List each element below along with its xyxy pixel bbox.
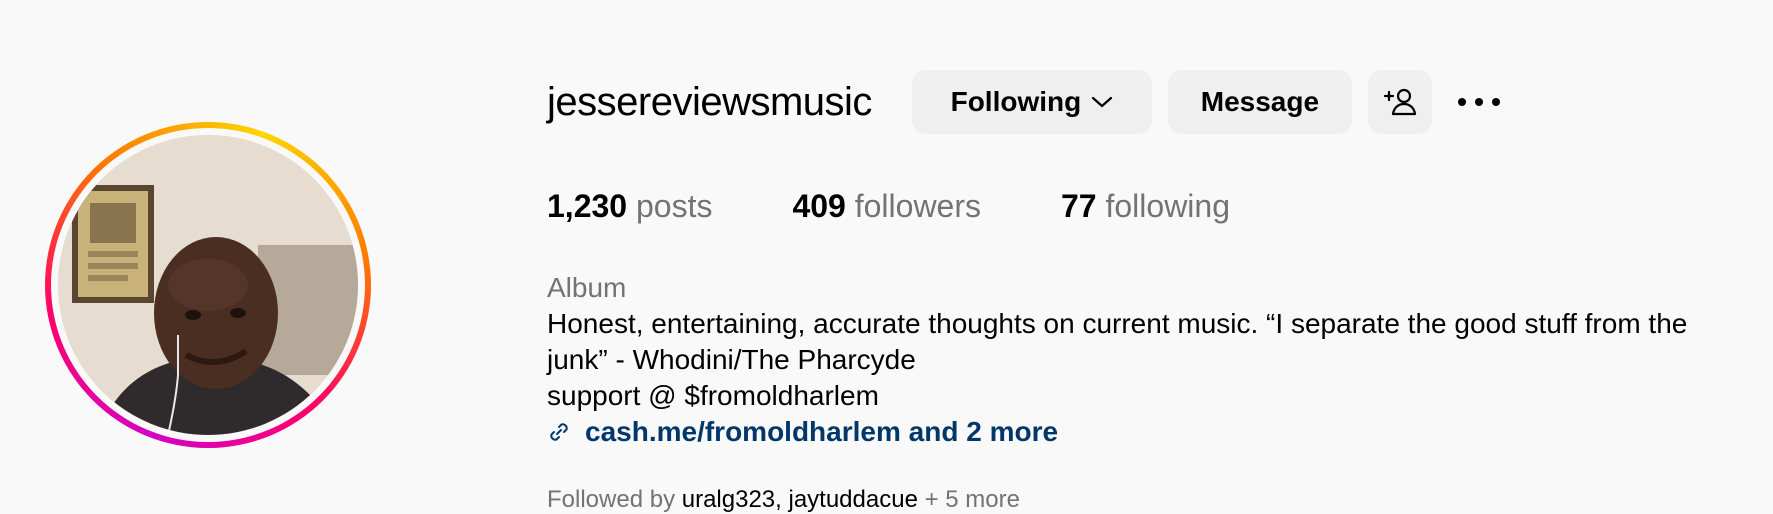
bio-link[interactable]: cash.me/fromoldharlem and 2 more xyxy=(547,414,1767,450)
profile-stats: 1,230 posts 409 followers 77 following xyxy=(547,188,1310,225)
following-button[interactable]: Following xyxy=(911,70,1152,134)
bio-link-text[interactable]: cash.me/fromoldharlem and 2 more xyxy=(585,414,1058,450)
following-button-label: Following xyxy=(950,86,1082,117)
following-stat[interactable]: 77 following xyxy=(1061,188,1230,225)
followers-stat[interactable]: 409 followers xyxy=(792,188,981,225)
chevron-down-icon xyxy=(1092,96,1113,108)
more-options-button[interactable] xyxy=(1454,70,1504,134)
followed-by-names[interactable]: uralg323, jaytuddacue xyxy=(682,486,918,513)
following-label: following xyxy=(1105,188,1230,224)
avatar-story-ring[interactable] xyxy=(45,122,371,448)
followers-count: 409 xyxy=(792,188,846,224)
bio-line-1: Honest, entertaining, accurate thoughts … xyxy=(547,308,1688,339)
more-options-icon xyxy=(1457,98,1500,106)
followers-label: followers xyxy=(854,188,981,224)
posts-label: posts xyxy=(635,188,713,224)
bio-line-2: junk” - Whodini/The Pharcyde xyxy=(547,344,916,375)
followed-by[interactable]: Followed by uralg323, jaytuddacue + 5 mo… xyxy=(547,486,1020,514)
message-button[interactable]: Message xyxy=(1167,70,1352,134)
link-icon xyxy=(550,423,568,441)
followed-by-more[interactable]: + 5 more xyxy=(925,486,1020,513)
profile-category: Album xyxy=(547,272,627,303)
bio-line-3: support @ $fromoldharlem xyxy=(547,380,879,411)
posts-stat: 1,230 posts xyxy=(547,188,712,225)
profile-header: jessereviewsmusic Following Message xyxy=(547,70,1504,134)
username: jessereviewsmusic xyxy=(547,79,872,124)
profile-photo xyxy=(58,135,358,435)
following-count: 77 xyxy=(1061,188,1097,224)
message-button-label: Message xyxy=(1200,86,1320,117)
avatar[interactable] xyxy=(58,135,358,435)
posts-count: 1,230 xyxy=(547,188,628,224)
profile-bio: Album Honest, entertaining, accurate tho… xyxy=(547,270,1767,450)
avatar-ring-gap xyxy=(51,128,365,442)
add-user-button[interactable] xyxy=(1367,70,1432,134)
add-user-icon xyxy=(1383,88,1417,116)
followed-by-prefix: Followed by xyxy=(547,486,676,513)
